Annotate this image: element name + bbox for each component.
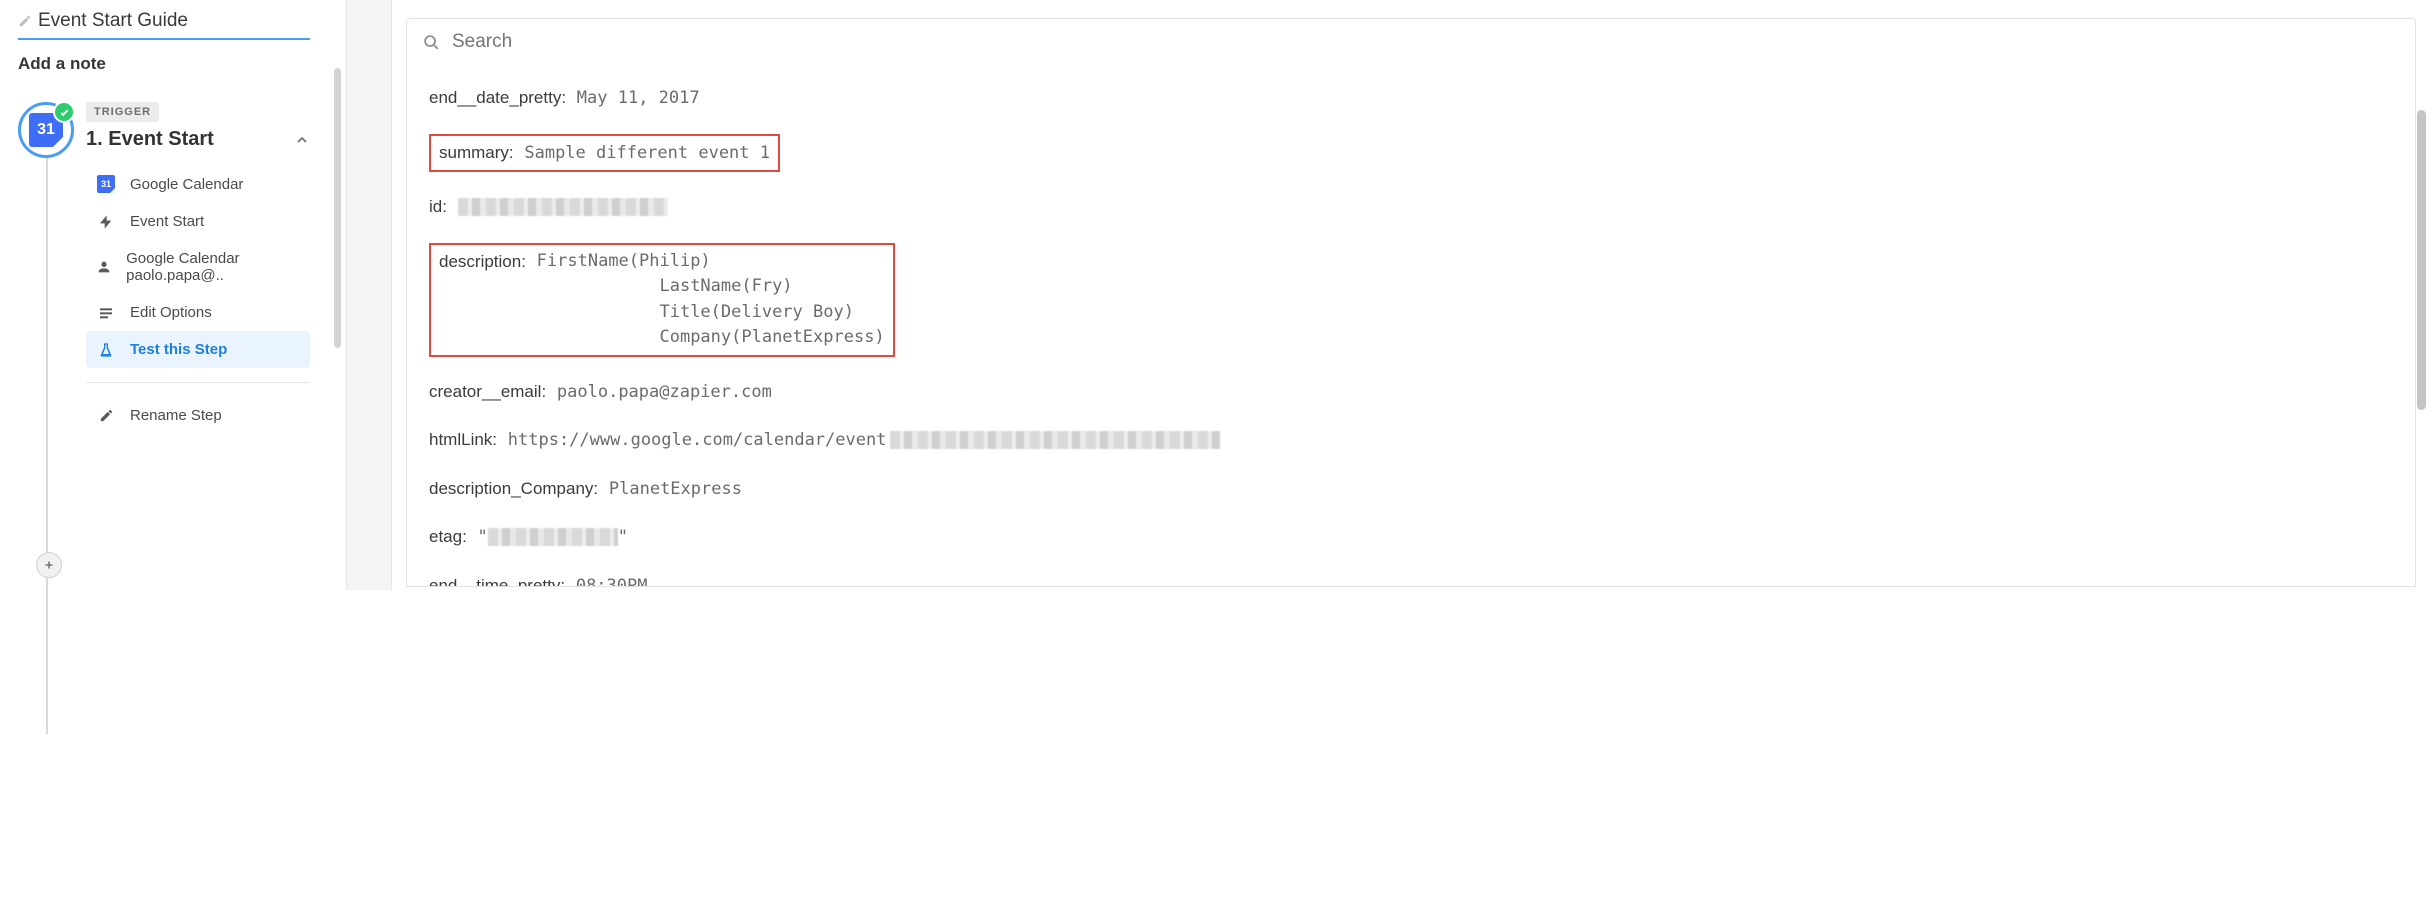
field-value: May 11, 2017 — [577, 88, 700, 108]
menu-item-app[interactable]: 31 Google Calendar — [86, 165, 310, 203]
field-value: paolo.papa@zapier.com — [557, 382, 772, 402]
field-etag: etag: "" — [429, 524, 2393, 551]
field-key: etag: — [429, 527, 467, 546]
left-panel: Add a note 31 TRIGGER 1. Event Start — [0, 0, 328, 590]
field-key: creator__email: — [429, 382, 546, 401]
step-body: TRIGGER 1. Event Start 31 Google Calenda… — [76, 102, 310, 434]
field-key: summary: — [439, 143, 514, 162]
timeline-line — [46, 157, 48, 734]
list-icon — [96, 305, 116, 321]
step-header[interactable]: 1. Event Start — [86, 128, 310, 151]
step-menu: 31 Google Calendar Event Start Google Ca… — [86, 165, 310, 368]
panel-divider — [346, 0, 392, 590]
step-circle[interactable]: 31 — [18, 102, 74, 158]
menu-item-rename[interactable]: Rename Step — [86, 397, 310, 434]
menu-item-options[interactable]: Edit Options — [86, 294, 310, 331]
chevron-up-icon — [294, 132, 310, 148]
field-key: description_Company: — [429, 479, 598, 498]
field-value: Sample different event 1 — [524, 143, 770, 163]
trigger-badge: TRIGGER — [86, 102, 159, 122]
field-key: end__time_pretty: — [429, 576, 565, 588]
field-value: PlanetExpress — [609, 479, 742, 499]
menu-item-label: Google Calendar paolo.papa@.. — [126, 250, 300, 284]
field-end-time-pretty: end__time_pretty: 08:30PM — [429, 573, 2393, 588]
zap-title-row — [18, 10, 310, 40]
right-scrollbar-thumb[interactable] — [2417, 110, 2426, 410]
step-title: 1. Event Start — [86, 128, 214, 151]
right-panel: end__date_pretty: May 11, 2017 summary: … — [392, 0, 2430, 590]
menu-item-test[interactable]: Test this Step — [86, 331, 310, 368]
field-html-link: htmlLink: https://www.google.com/calenda… — [429, 427, 2393, 454]
pencil-icon — [96, 408, 116, 423]
menu-item-label: Rename Step — [130, 407, 222, 424]
field-value: FirstName(Philip) LastName(Fry) Title(De… — [537, 249, 885, 351]
menu-item-label: Test this Step — [130, 341, 227, 358]
field-key: end__date_pretty: — [429, 88, 566, 107]
flask-icon — [96, 342, 116, 358]
zap-title-input[interactable] — [38, 10, 310, 32]
redacted-value — [488, 528, 618, 546]
step-menu-secondary: Rename Step — [86, 397, 310, 434]
lightning-icon — [96, 214, 116, 230]
check-icon — [53, 101, 75, 123]
field-key: id: — [429, 197, 447, 216]
field-description: description: FirstName(Philip) LastName(… — [429, 243, 895, 357]
menu-item-trigger[interactable]: Event Start — [86, 203, 310, 240]
search-box — [406, 18, 2416, 65]
field-value: 08:30PM — [576, 576, 648, 588]
field-end-date-pretty: end__date_pretty: May 11, 2017 — [429, 85, 2393, 112]
add-step-button[interactable] — [36, 552, 62, 578]
add-note-link[interactable]: Add a note — [18, 54, 106, 74]
field-creator-email: creator__email: paolo.papa@zapier.com — [429, 379, 2393, 406]
field-description-company: description_Company: PlanetExpress — [429, 476, 2393, 503]
redacted-value — [458, 198, 668, 216]
field-key: htmlLink: — [429, 430, 497, 449]
field-summary: summary: Sample different event 1 — [429, 134, 780, 173]
menu-item-label: Edit Options — [130, 304, 212, 321]
field-value: https://www.google.com/calendar/event — [508, 430, 1221, 450]
left-scrollbar-thumb[interactable] — [334, 68, 341, 348]
redacted-value — [890, 431, 1220, 449]
menu-separator — [86, 382, 310, 383]
left-scrollbar-track — [328, 0, 346, 590]
field-value — [458, 197, 668, 217]
step-block: 31 TRIGGER 1. Event Start 31 — [18, 102, 310, 434]
search-input[interactable] — [452, 31, 2399, 53]
menu-item-label: Google Calendar — [130, 176, 243, 193]
timeline: 31 — [18, 102, 76, 434]
pencil-icon — [18, 14, 32, 28]
menu-item-account[interactable]: Google Calendar paolo.papa@.. — [86, 240, 310, 294]
search-icon — [423, 34, 440, 51]
field-value: "" — [478, 527, 629, 547]
field-id: id: — [429, 194, 2393, 221]
menu-item-label: Event Start — [130, 213, 204, 230]
google-calendar-icon: 31 — [96, 175, 116, 193]
field-key: description: — [439, 252, 526, 271]
sample-data-area: end__date_pretty: May 11, 2017 summary: … — [406, 65, 2416, 587]
user-icon — [96, 259, 112, 275]
